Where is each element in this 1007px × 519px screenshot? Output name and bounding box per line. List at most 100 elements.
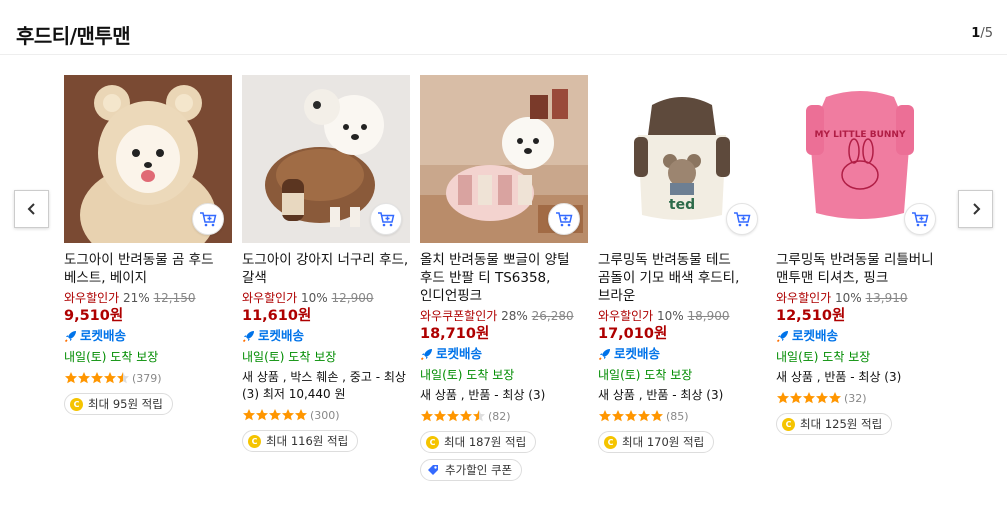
rocket-delivery-badge: 로켓배송 (64, 327, 232, 345)
original-price: 12,900 (331, 291, 374, 305)
star-icon (790, 392, 802, 404)
star-icon (117, 372, 129, 384)
discount-label: 와우할인가 (64, 291, 120, 305)
product-thumbnail[interactable] (420, 75, 588, 243)
other-options[interactable]: 새 상품 , 박스 훼손 , 중고 - 최상 (3) 최저 10,440 원 (242, 369, 410, 403)
review-count: (32) (844, 391, 867, 405)
section-title: 후드티/맨투맨 (16, 24, 131, 48)
arrival-guarantee: 내일(토) 도착 보장 (242, 350, 337, 364)
star-icon (829, 392, 841, 404)
add-to-cart-button[interactable] (192, 203, 224, 235)
add-to-cart-button[interactable] (726, 203, 758, 235)
star-icon (65, 372, 77, 384)
product-name[interactable]: 그루밍독 반려동물 리틀버니 맨투맨 티셔츠, 핑크 (776, 251, 944, 287)
product-card[interactable]: ted 그루밍독 반려동물 테드 곰돌이 기모 배색 후드티, 브라운 와우할인… (598, 75, 766, 453)
other-options[interactable]: 새 상품 , 반품 - 최상 (3) (776, 369, 944, 386)
product-card[interactable]: 도그아이 반려동물 곰 후드 베스트, 베이지 와우할인가 21% 12,150… (64, 75, 232, 415)
cart-add-icon (556, 212, 573, 227)
star-icon (91, 372, 103, 384)
reward-text: 최대 187원 적립 (444, 435, 527, 449)
discount-label: 와우할인가 (598, 309, 654, 323)
discount-row: 와우할인가 10% 12,900 (242, 290, 410, 306)
star-icon (473, 410, 485, 422)
star-icon (269, 409, 281, 421)
coupon-text: 추가할인 쿠폰 (445, 463, 513, 477)
rocket-delivery-badge: 로켓배송 (598, 345, 766, 363)
rocket-icon (598, 349, 610, 361)
add-to-cart-button[interactable] (370, 203, 402, 235)
carousel-next-button[interactable] (958, 190, 993, 228)
add-to-cart-button[interactable] (548, 203, 580, 235)
discount-row: 와우할인가 10% 18,900 (598, 308, 766, 324)
other-options[interactable]: 새 상품 , 반품 - 최상 (3) (598, 387, 766, 404)
rocket-label: 로켓배송 (614, 346, 661, 361)
coin-icon: C (604, 435, 617, 449)
reward-badge: C 최대 170원 적립 (598, 431, 715, 453)
star-icon (612, 410, 624, 422)
reward-badge: C 최대 95원 적립 (64, 393, 173, 415)
rating-row: (32) (776, 390, 944, 406)
product-thumbnail[interactable]: ted (598, 75, 766, 243)
product-name[interactable]: 도그아이 반려동물 곰 후드 베스트, 베이지 (64, 251, 232, 287)
star-icon (625, 410, 637, 422)
sale-price: 17,010원 (598, 326, 668, 342)
reward-text: 최대 116원 적립 (266, 434, 349, 448)
rocket-icon (420, 349, 432, 361)
review-count: (82) (488, 409, 511, 423)
arrival-guarantee: 내일(토) 도착 보장 (776, 350, 871, 364)
original-price: 26,280 (531, 309, 574, 323)
other-options[interactable]: 새 상품 , 반품 - 최상 (3) (420, 387, 588, 404)
sale-price: 18,710원 (420, 326, 490, 342)
cart-add-icon (734, 212, 751, 227)
star-icon (447, 410, 459, 422)
rating-row: (379) (64, 370, 232, 386)
chevron-right-icon (972, 203, 980, 215)
product-thumbnail[interactable] (64, 75, 232, 243)
coin-icon: C (248, 434, 261, 448)
cart-add-icon (378, 212, 395, 227)
original-price: 13,910 (865, 291, 908, 305)
reward-text: 최대 170원 적립 (622, 435, 705, 449)
coin-icon: C (70, 397, 83, 411)
star-rating (242, 408, 307, 422)
coin-icon: C (782, 417, 795, 431)
star-icon (460, 410, 472, 422)
product-card[interactable]: 도그아이 강아지 너구리 후드, 갈색 와우할인가 10% 12,900 11,… (242, 75, 410, 452)
rocket-label: 로켓배송 (80, 328, 127, 343)
reward-badge: C 최대 116원 적립 (242, 430, 359, 452)
product-card[interactable]: 올치 반려동물 뽀글이 양털 후드 반팔 티 TS6358, 인디언핑크 와우쿠… (420, 75, 588, 481)
chevron-left-icon (27, 203, 35, 215)
product-card[interactable]: MY LITTLE BUNNY 그루밍독 반려동물 리틀버니 맨투맨 티셔츠, … (776, 75, 944, 435)
rocket-label: 로켓배송 (436, 346, 483, 361)
product-name[interactable]: 도그아이 강아지 너구리 후드, 갈색 (242, 251, 410, 287)
product-name[interactable]: 그루밍독 반려동물 테드 곰돌이 기모 배색 후드티, 브라운 (598, 251, 766, 305)
page-total: /5 (980, 26, 993, 41)
reward-text: 최대 125원 적립 (800, 417, 883, 431)
product-thumbnail[interactable]: MY LITTLE BUNNY (776, 75, 944, 243)
bunny-print: MY LITTLE BUNNY (815, 130, 906, 140)
rating-row: (82) (420, 408, 588, 424)
discount-rate: 28% (501, 309, 528, 323)
coupon-badge[interactable]: 추가할인 쿠폰 (420, 459, 523, 481)
rocket-label: 로켓배송 (258, 328, 305, 343)
star-rating (420, 409, 485, 423)
star-icon (421, 410, 433, 422)
star-icon (282, 409, 294, 421)
discount-rate: 21% (123, 291, 150, 305)
discount-rate: 10% (657, 309, 684, 323)
product-name[interactable]: 올치 반려동물 뽀글이 양털 후드 반팔 티 TS6358, 인디언핑크 (420, 251, 588, 305)
star-rating (776, 391, 841, 405)
discount-row: 와우할인가 10% 13,910 (776, 290, 944, 306)
reward-badge: C 최대 125원 적립 (776, 413, 893, 435)
add-to-cart-button[interactable] (904, 203, 936, 235)
arrival-guarantee: 내일(토) 도착 보장 (420, 368, 515, 382)
star-icon (434, 410, 446, 422)
cart-add-icon (912, 212, 929, 227)
sale-price: 11,610원 (242, 308, 312, 324)
product-thumbnail[interactable] (242, 75, 410, 243)
carousel-prev-button[interactable] (14, 190, 49, 228)
star-icon (243, 409, 255, 421)
discount-row: 와우할인가 21% 12,150 (64, 290, 232, 306)
coupon-tag-icon (428, 465, 438, 475)
star-rating (64, 371, 129, 385)
